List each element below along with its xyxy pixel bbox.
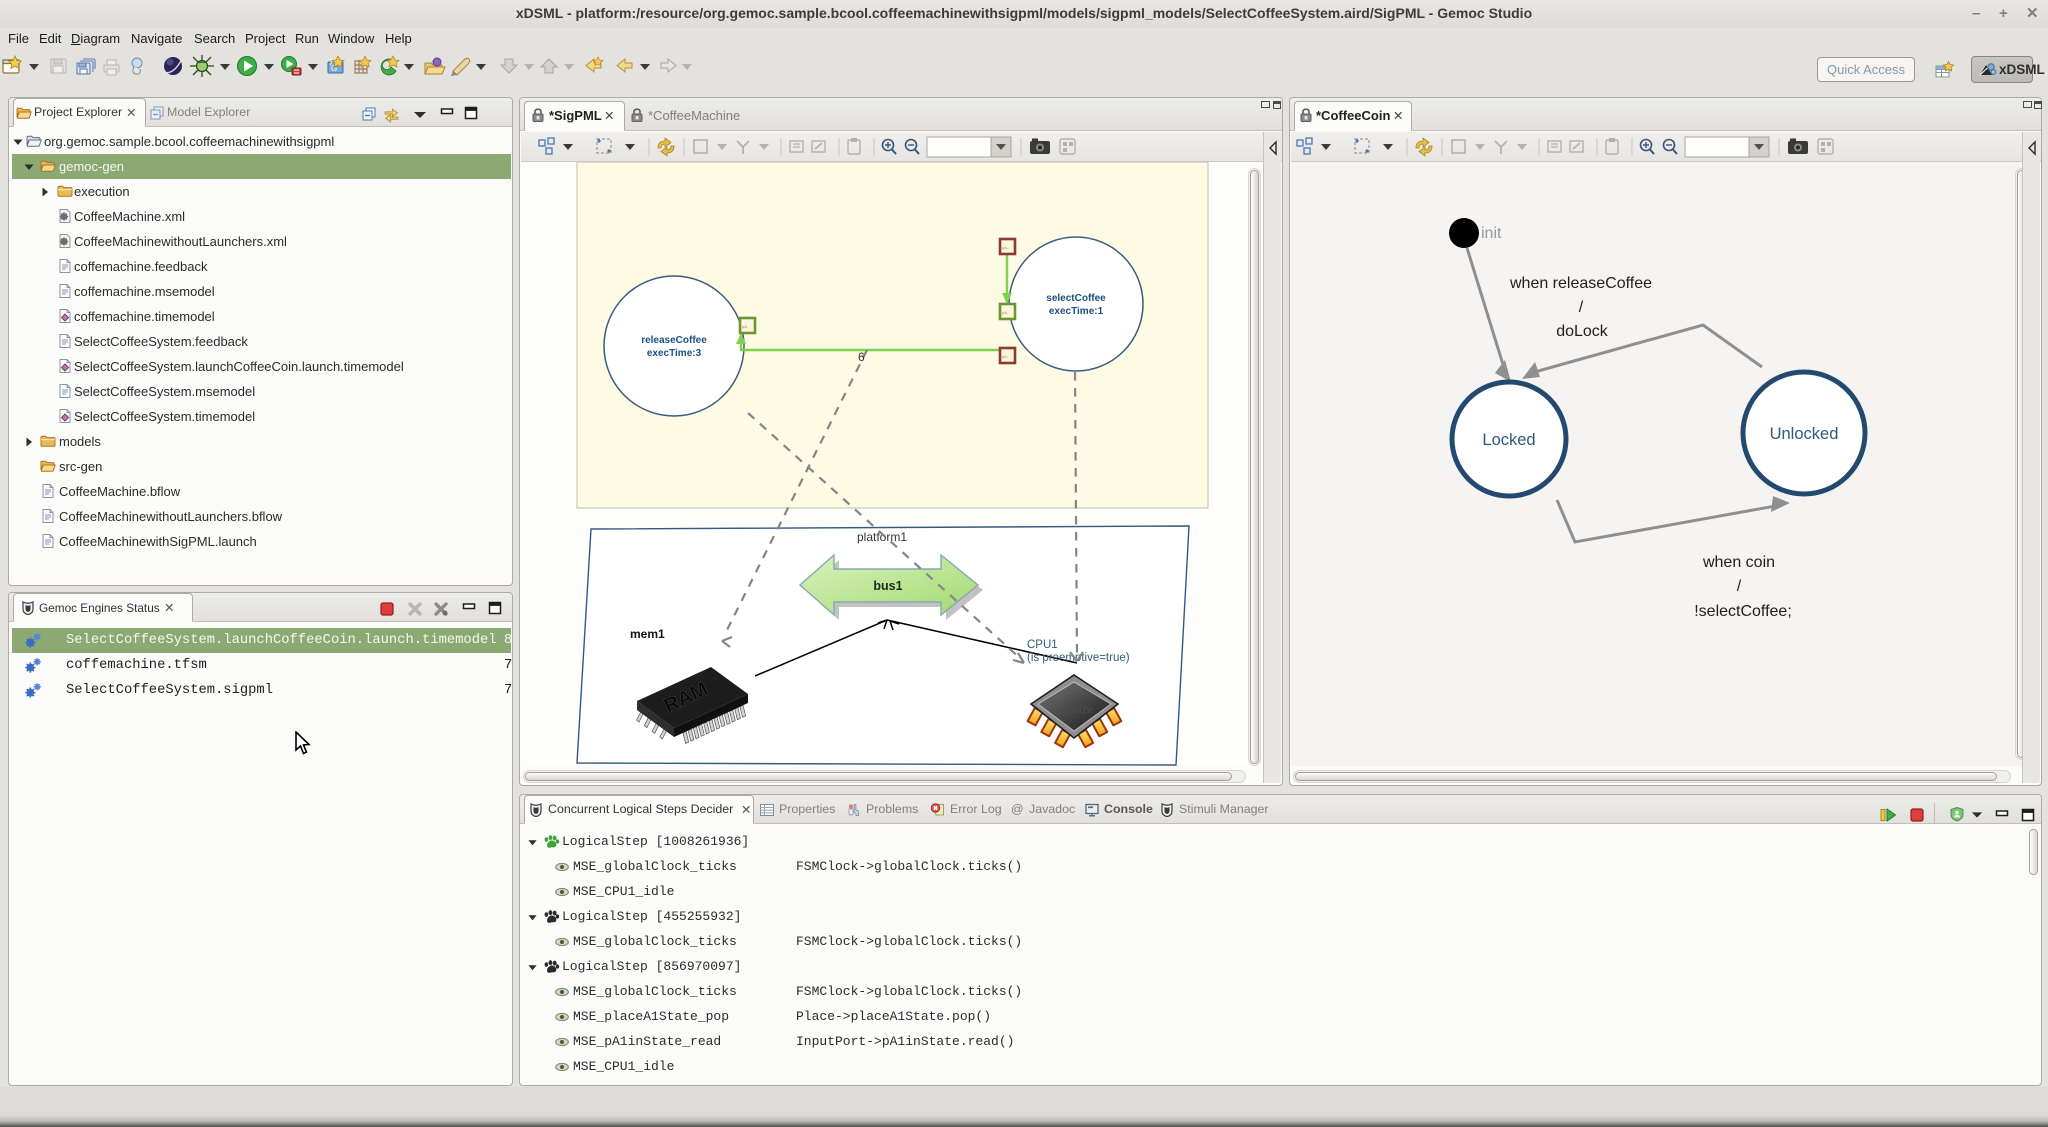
svg-text:Unlocked: Unlocked [1770,425,1839,443]
svg-text:pA..: pA.. [1002,354,1009,359]
svg-text:execTime:1: execTime:1 [1049,306,1104,317]
svg-text:Locked: Locked [1482,431,1535,449]
svg-text:when releaseCoffee: when releaseCoffee [1509,275,1652,292]
svg-text:releaseCoffee: releaseCoffee [641,335,707,346]
svg-text:6: 6 [858,350,865,364]
svg-text:selectCoffee: selectCoffee [1046,293,1106,304]
svg-text:doLock: doLock [1556,323,1609,340]
svg-text:execTime:3: execTime:3 [647,348,702,359]
svg-text:!selectCoffee;: !selectCoffee; [1694,603,1792,620]
svg-text:mem1: mem1 [630,627,665,641]
svg-text:/: / [1737,578,1742,595]
svg-text:bus1: bus1 [873,579,902,593]
svg-text:/: / [1579,299,1584,316]
svg-text:init: init [1481,225,1502,242]
svg-text:ATMODL: ATMODL [1056,705,1093,715]
svg-text:pA..: pA.. [742,324,749,329]
svg-text:pA..: pA.. [1002,245,1009,250]
svg-text:platform1: platform1 [857,530,907,544]
svg-text:pA..: pA.. [1002,310,1009,315]
svg-text:CPU1: CPU1 [1027,639,1058,651]
svg-text:when coin: when coin [1702,554,1775,571]
